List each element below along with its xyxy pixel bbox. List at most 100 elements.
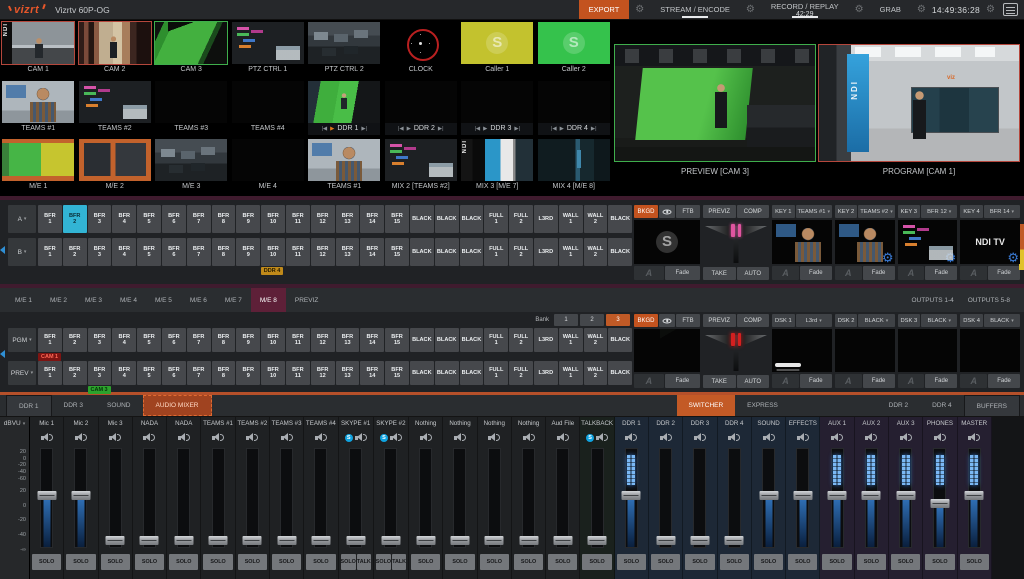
crosspoint-button[interactable]: BFR11 <box>286 361 310 385</box>
me-tab[interactable]: PREVIZ <box>286 288 327 312</box>
volume-fader[interactable] <box>270 446 303 550</box>
fader-handle[interactable] <box>965 491 984 500</box>
solo-button[interactable]: SOLO <box>617 554 646 570</box>
fader-handle[interactable] <box>381 536 400 545</box>
source-video-thumb[interactable] <box>308 81 380 123</box>
volume-fader[interactable] <box>580 446 613 550</box>
crosspoint-button[interactable]: BLACK <box>410 361 434 385</box>
bus-selector[interactable]: A▾ <box>8 205 36 233</box>
fader-track[interactable] <box>314 448 327 548</box>
key-preview-thumb[interactable]: ⚙ <box>898 220 958 264</box>
module-tab[interactable]: EXPRESS <box>735 395 790 416</box>
source-video-thumb[interactable] <box>79 139 151 181</box>
volume-fader[interactable] <box>304 446 337 550</box>
source-monitor[interactable]: MIX 4 [M/E 8] <box>536 137 613 196</box>
fader-handle[interactable] <box>828 491 847 500</box>
volume-fader[interactable] <box>752 446 785 550</box>
source-video-thumb[interactable] <box>155 139 227 181</box>
gear-icon[interactable]: ⚙ <box>945 251 957 264</box>
crosspoint-button[interactable]: BFR15 <box>385 238 409 266</box>
crosspoint-button[interactable]: BFR8 <box>212 238 236 266</box>
solo-button[interactable]: TALK <box>392 554 406 570</box>
bank-button[interactable]: 2 <box>580 314 604 326</box>
source-video-thumb[interactable] <box>308 22 380 64</box>
me-tab[interactable]: M/E 1 <box>6 288 41 312</box>
dsk-button[interactable]: DSK 1 <box>772 314 795 327</box>
source-monitor[interactable]: |◀ ▶ DDR 2 ▶| <box>383 79 460 138</box>
volume-fader[interactable] <box>99 446 132 550</box>
key-preview-thumb[interactable]: NDI TV ⚙ <box>960 220 1020 264</box>
volume-fader[interactable] <box>236 446 269 550</box>
source-monitor[interactable]: |◀ ▶ DDR 4 ▶| <box>536 79 613 138</box>
fader-track[interactable] <box>968 448 981 548</box>
channel-mute-toggle[interactable] <box>968 429 980 446</box>
source-video-thumb[interactable] <box>79 81 151 123</box>
fader-track[interactable] <box>40 448 53 548</box>
fader-handle[interactable] <box>416 536 435 545</box>
channel-mute-toggle[interactable] <box>934 429 946 446</box>
crosspoint-button[interactable]: BFR2 <box>63 238 87 266</box>
crosspoint-button[interactable]: BFR11 <box>286 205 310 233</box>
key-preview-thumb[interactable]: ⚙ <box>835 220 895 264</box>
solo-button[interactable]: SOLO <box>341 554 356 570</box>
crosspoint-button[interactable]: BFR3 <box>88 238 112 266</box>
export-button[interactable]: EXPORT <box>579 0 630 19</box>
channel-mute-toggle[interactable] <box>831 429 843 446</box>
crosspoint-button[interactable]: FULL2 <box>509 205 533 233</box>
fader-handle[interactable] <box>485 536 504 545</box>
key-button[interactable]: KEY 4 <box>960 205 983 218</box>
source-video-thumb[interactable] <box>232 22 304 64</box>
crosspoint-button[interactable]: BFR8 <box>212 361 236 385</box>
solo-button[interactable]: SOLO <box>754 554 783 570</box>
ddr-transport-bar[interactable]: |◀ ▶ DDR 2 ▶| <box>385 123 457 135</box>
fader-handle[interactable] <box>450 536 469 545</box>
auto-button[interactable]: AUTO <box>737 267 770 280</box>
source-video-thumb[interactable] <box>2 139 74 181</box>
solo-button[interactable]: SOLO <box>857 554 886 570</box>
volume-fader[interactable] <box>855 446 888 550</box>
source-video-thumb[interactable] <box>538 139 610 181</box>
crosspoint-button[interactable]: L3RD <box>534 205 558 233</box>
crosspoint-button[interactable]: WALL1 <box>559 361 583 385</box>
crosspoint-button[interactable]: BFR5 <box>137 361 161 385</box>
fader-track[interactable] <box>899 448 912 548</box>
crosspoint-button[interactable]: BFR12 <box>311 205 335 233</box>
source-video-thumb[interactable] <box>232 81 304 123</box>
crosspoint-button[interactable]: BFR10 <box>261 238 285 266</box>
channel-mute-toggle[interactable] <box>420 429 432 446</box>
skip-back-icon[interactable]: |◀ <box>321 123 327 135</box>
solo-button[interactable]: SOLO <box>480 554 509 570</box>
fader-track[interactable] <box>625 448 638 548</box>
source-monitor[interactable]: Caller 1 <box>459 20 536 79</box>
source-video-thumb[interactable]: NDI <box>2 22 74 64</box>
fader-track[interactable] <box>556 448 569 548</box>
gear-icon[interactable]: ⚙ <box>1007 251 1019 264</box>
source-monitor[interactable]: CLOCK <box>383 20 460 79</box>
source-video-thumb[interactable] <box>308 139 380 181</box>
fader-handle[interactable] <box>690 536 709 545</box>
crosspoint-button[interactable]: BLACK <box>460 361 484 385</box>
fade-select-button[interactable]: Fade <box>800 266 832 280</box>
skip-forward-icon[interactable]: ▶| <box>361 123 367 135</box>
fader-handle[interactable] <box>71 491 90 500</box>
fader-handle[interactable] <box>656 536 675 545</box>
fader-track[interactable] <box>933 448 946 548</box>
fader-track[interactable] <box>693 448 706 548</box>
crosspoint-button[interactable]: BFR1 <box>38 361 62 385</box>
skip-back-icon[interactable]: |◀ <box>474 123 480 135</box>
crosspoint-button[interactable]: BFR12 <box>311 328 335 352</box>
notifications-icon[interactable] <box>1003 3 1018 16</box>
dsk-preview-thumb[interactable] <box>960 329 1020 372</box>
comp-button[interactable]: COMP <box>737 314 770 327</box>
source-monitor[interactable]: M/E 2 <box>77 137 154 196</box>
bus-selector[interactable]: PREV▾ <box>8 361 36 385</box>
take-button[interactable]: TAKE <box>703 267 736 280</box>
crosspoint-button[interactable]: BFR8 <box>212 328 236 352</box>
fade-select-button[interactable]: Fade <box>988 374 1020 388</box>
volume-fader[interactable] <box>201 446 234 550</box>
fader-track[interactable] <box>74 448 87 548</box>
fade-select-button[interactable]: Fade <box>925 266 957 280</box>
fader-handle[interactable] <box>140 536 159 545</box>
dsk-preview-thumb[interactable] <box>772 329 832 372</box>
fader-handle[interactable] <box>243 536 262 545</box>
